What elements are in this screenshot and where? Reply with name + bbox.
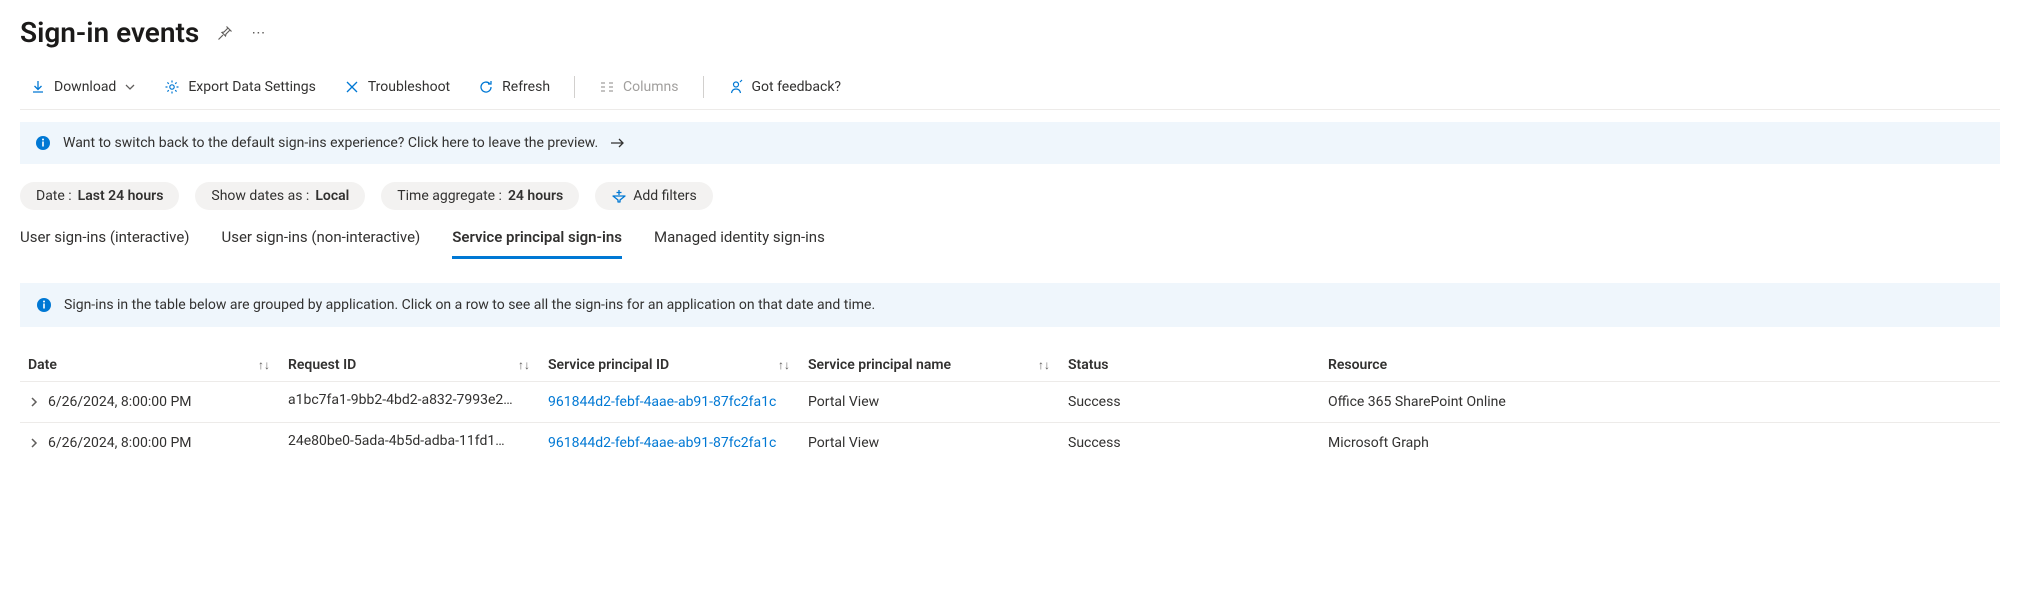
pin-icon[interactable] bbox=[217, 25, 233, 41]
chevron-right-icon[interactable] bbox=[28, 437, 40, 449]
tab-noninteractive[interactable]: User sign-ins (non-interactive) bbox=[222, 220, 421, 259]
add-filters-label: Add filters bbox=[633, 188, 697, 204]
info-icon bbox=[35, 135, 51, 151]
table-row[interactable]: 6/26/2024, 8:00:00 PM a1bc7fa1-9bb2-4bd2… bbox=[20, 381, 2000, 422]
sort-icon: ↑↓ bbox=[778, 358, 790, 372]
col-request-id[interactable]: Request ID ↑↓ bbox=[288, 357, 548, 373]
col-sp-id-label: Service principal ID bbox=[548, 357, 669, 373]
filter-show-dates-label: Show dates as : bbox=[211, 188, 309, 204]
refresh-button[interactable]: Refresh bbox=[468, 75, 560, 99]
col-resource-label: Resource bbox=[1328, 357, 1387, 373]
cell-date: 6/26/2024, 8:00:00 PM bbox=[48, 435, 192, 451]
filter-bar: Date : Last 24 hours Show dates as : Loc… bbox=[20, 182, 2000, 210]
sort-icon: ↑↓ bbox=[258, 358, 270, 372]
filter-date-label: Date : bbox=[36, 188, 72, 204]
chevron-down-icon bbox=[124, 81, 136, 93]
download-button[interactable]: Download bbox=[20, 75, 146, 99]
filter-time-value: 24 hours bbox=[508, 188, 563, 204]
cell-sp-name: Portal View bbox=[808, 435, 879, 451]
troubleshoot-label: Troubleshoot bbox=[368, 79, 450, 95]
col-status-label: Status bbox=[1068, 357, 1108, 373]
refresh-label: Refresh bbox=[502, 79, 550, 95]
group-info-banner: Sign-ins in the table below are grouped … bbox=[20, 283, 2000, 327]
table-header: Date ↑↓ Request ID ↑↓ Service principal … bbox=[20, 349, 2000, 381]
preview-banner[interactable]: Want to switch back to the default sign-… bbox=[20, 122, 2000, 164]
filter-show-dates-value: Local bbox=[315, 188, 349, 204]
col-sp-name-label: Service principal name bbox=[808, 357, 951, 373]
tab-managed-identity[interactable]: Managed identity sign-ins bbox=[654, 220, 825, 259]
signins-table: Date ↑↓ Request ID ↑↓ Service principal … bbox=[20, 349, 2000, 463]
col-sp-id[interactable]: Service principal ID ↑↓ bbox=[548, 357, 808, 373]
download-label: Download bbox=[54, 79, 116, 95]
info-icon bbox=[36, 297, 52, 313]
group-info-text: Sign-ins in the table below are grouped … bbox=[64, 297, 875, 313]
cell-request-id: a1bc7fa1-9bb2-4bd2-a832-7993e2… bbox=[288, 392, 513, 408]
filter-time-aggregate[interactable]: Time aggregate : 24 hours bbox=[381, 182, 579, 210]
feedback-button[interactable]: Got feedback? bbox=[718, 75, 852, 99]
troubleshoot-button[interactable]: Troubleshoot bbox=[334, 75, 460, 99]
cell-request-id: 24e80be0-5ada-4b5d-adba-11fd1… bbox=[288, 433, 505, 449]
cell-sp-id[interactable]: 961844d2-febf-4aae-ab91-87fc2fa1c bbox=[548, 435, 776, 451]
refresh-icon bbox=[478, 79, 494, 95]
command-bar: Download Export Data Settings Troublesho… bbox=[20, 69, 2000, 110]
cell-sp-id[interactable]: 961844d2-febf-4aae-ab91-87fc2fa1c bbox=[548, 394, 776, 410]
feedback-icon bbox=[728, 79, 744, 95]
cell-status: Success bbox=[1068, 435, 1121, 451]
export-label: Export Data Settings bbox=[188, 79, 315, 95]
add-filters-button[interactable]: Add filters bbox=[595, 182, 713, 210]
page-header: Sign-in events ⋯ bbox=[20, 16, 2000, 49]
arrow-right-icon bbox=[610, 136, 626, 150]
toolbar-separator bbox=[703, 76, 704, 98]
cell-resource: Microsoft Graph bbox=[1328, 435, 1429, 451]
columns-label: Columns bbox=[623, 79, 678, 95]
troubleshoot-icon bbox=[344, 79, 360, 95]
table-row[interactable]: 6/26/2024, 8:00:00 PM 24e80be0-5ada-4b5d… bbox=[20, 422, 2000, 463]
filter-time-label: Time aggregate : bbox=[397, 188, 502, 204]
col-status[interactable]: Status bbox=[1068, 357, 1328, 373]
col-sp-name[interactable]: Service principal name ↑↓ bbox=[808, 357, 1068, 373]
filter-show-dates[interactable]: Show dates as : Local bbox=[195, 182, 365, 210]
cell-sp-name: Portal View bbox=[808, 394, 879, 410]
tab-service-principal[interactable]: Service principal sign-ins bbox=[452, 220, 622, 259]
toolbar-separator bbox=[574, 76, 575, 98]
gear-icon bbox=[164, 79, 180, 95]
tabs: User sign-ins (interactive) User sign-in… bbox=[20, 220, 2000, 259]
col-resource[interactable]: Resource bbox=[1328, 357, 1728, 373]
feedback-label: Got feedback? bbox=[752, 79, 842, 95]
filter-icon bbox=[611, 189, 627, 203]
preview-banner-text: Want to switch back to the default sign-… bbox=[63, 135, 598, 151]
col-date[interactable]: Date ↑↓ bbox=[28, 357, 288, 373]
filter-date-value: Last 24 hours bbox=[78, 188, 164, 204]
chevron-right-icon[interactable] bbox=[28, 396, 40, 408]
sort-icon: ↑↓ bbox=[518, 358, 530, 372]
cell-resource: Office 365 SharePoint Online bbox=[1328, 394, 1506, 410]
filter-date[interactable]: Date : Last 24 hours bbox=[20, 182, 179, 210]
columns-button: Columns bbox=[589, 75, 688, 99]
cell-status: Success bbox=[1068, 394, 1121, 410]
tab-interactive[interactable]: User sign-ins (interactive) bbox=[20, 220, 190, 259]
page-title: Sign-in events bbox=[20, 16, 199, 49]
export-settings-button[interactable]: Export Data Settings bbox=[154, 75, 325, 99]
sort-icon: ↑↓ bbox=[1038, 358, 1050, 372]
download-icon bbox=[30, 79, 46, 95]
columns-icon bbox=[599, 79, 615, 95]
more-icon[interactable]: ⋯ bbox=[251, 25, 267, 41]
cell-date: 6/26/2024, 8:00:00 PM bbox=[48, 394, 192, 410]
col-date-label: Date bbox=[28, 357, 57, 373]
col-request-id-label: Request ID bbox=[288, 357, 356, 373]
